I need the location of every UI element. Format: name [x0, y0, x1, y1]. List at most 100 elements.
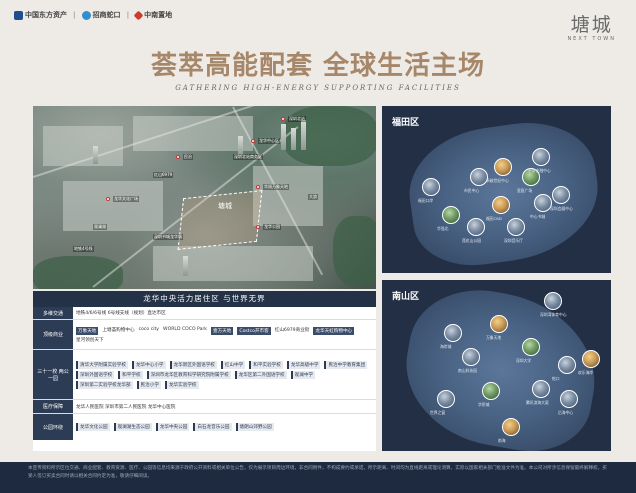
landmark-photo-icon [492, 196, 510, 214]
landmark-label: 世界之窗 [430, 410, 446, 415]
panel-title: 福田区 [392, 118, 420, 128]
row-item: 星河领创天下 [76, 337, 104, 343]
landmark-label: 卓越世纪中心 [486, 178, 509, 183]
map-label: 民治 [183, 154, 193, 160]
row-item: 红山6979商业街 [274, 327, 310, 333]
facilities-table: 龙华中央活力居住区 与世界无界 多维交通 地铁4/6/6号线 6号线支线（规划）… [33, 291, 376, 451]
row-item: 深圳第二实验学校龙华部 [76, 380, 133, 389]
landmark-label: 腾讯滨海大厦 [526, 400, 549, 405]
map-label: 深圳北站商务区 [233, 154, 263, 160]
row-item: 和平学校 [118, 370, 143, 379]
row-items: 地铁4/6/6号线 6号线支线（规划）直达市区 [73, 307, 376, 319]
map-label: 深圳北站 [288, 116, 306, 122]
row-item: 龙华中央公园 [155, 423, 190, 431]
landmark-photo-icon [467, 218, 485, 236]
row-items: 龙华人民医院 深圳市第二人民医院 龙华中心医院 [73, 400, 376, 413]
table-row: 医疗保障 龙华人民医院 深圳市第二人民医院 龙华中心医院 [33, 400, 376, 414]
landmark-photo-icon [552, 186, 570, 204]
landmark-photo-icon [558, 356, 576, 374]
table-row: 顶级商业 万象天地 上塘荟购物中心 coco city WORLD COCO P… [33, 320, 376, 350]
landmark-photo-icon [462, 348, 480, 366]
row-item: 观澜中学 [290, 370, 316, 379]
landmark-label: 欢乐海岸 [578, 370, 594, 375]
landmark-photo-icon [544, 292, 562, 310]
row-item: 清华大学附属实验学校 [76, 360, 128, 369]
row-item: 壹方天地 [210, 326, 234, 335]
page-title: 荟萃高能配套 全球生活主场 [150, 51, 486, 81]
landmark-photo-icon [522, 338, 540, 356]
landmark-label: 深圳音乐厅 [504, 238, 523, 243]
map-label: 龙华中心区 [258, 138, 280, 144]
project-site-boundary [177, 190, 263, 250]
nanshan-district-panel: 南山区 深圳湾体育中心 万象天地 海岸城 南山科技园 深圳大学 蛇口 欢乐海岸 … [382, 278, 611, 462]
row-label: 顶级商业 [33, 320, 73, 349]
landmark-label: 蛇口 [552, 376, 560, 381]
partner-logos: 中国东方资产 | 招商蛇口 | 中南置地 [14, 10, 172, 20]
landmark-photo-icon [532, 148, 550, 166]
landmark-photo-icon [422, 178, 440, 196]
map-label: 观澜湖 [93, 224, 107, 230]
location-pin-icon [106, 197, 110, 201]
landmark-photo-icon [507, 218, 525, 236]
row-item: WORLD COCO Park [163, 326, 207, 332]
logo-zhongnan: 中南置地 [133, 10, 172, 20]
row-item: 深圳市龙华区教育科学研究院附属学校 [146, 370, 231, 379]
map-label: 地铁4号线 [73, 246, 94, 252]
logo-cncam: 中国东方资产 [14, 10, 67, 20]
project-brand: 塘城 NEXT TOWN [567, 10, 616, 42]
row-item: 龙华人民医院 深圳市第二人民医院 龙华中心医院 [76, 404, 176, 410]
row-item: 白石龙音乐公园 [193, 423, 232, 431]
row-label: 公园环绕 [33, 414, 73, 440]
disclaimer-footer: 本宣传资料所示区位交通、商业配套、教育资源、医疗、公园等信息均来源于政府公开资料… [0, 462, 636, 493]
row-item: 龙华新区外国语学校 [169, 360, 217, 369]
landmark-label: 深圳会展中心 [550, 206, 573, 211]
brand-name-en: NEXT TOWN [567, 36, 616, 42]
landmark-photo-icon [532, 380, 550, 398]
poster: 中国东方资产 | 招商蛇口 | 中南置地 塘城 NEXT TOWN 荟萃高能配套… [0, 0, 636, 493]
map-label: 深圳书城龙华城 [153, 234, 183, 240]
row-item: 万象天地 [76, 326, 99, 335]
landmark-photo-icon [502, 418, 520, 436]
row-items: 清华大学附属实验学校 龙华中心小学 龙华新区外国语学校 红山中学 和平实验学校 … [73, 350, 376, 399]
table-row: 公园环绕 龙华文化公园 观澜湖生态公园 龙华中央公园 白石龙音乐公园 塘朗山郊野… [33, 414, 376, 440]
landmark-label: 万象天地 [486, 335, 502, 340]
landmark-photo-icon [490, 315, 508, 333]
row-item: 红山中学 [220, 360, 246, 369]
landmark-photo-icon [482, 382, 500, 400]
row-label: 多维交通 [33, 307, 73, 319]
panel-title: 南山区 [392, 292, 420, 302]
logo-cmsk: 招商蛇口 [81, 10, 121, 20]
landmark-label: 莲花山公园 [462, 238, 481, 243]
map-label: 龙华文化广场 [113, 196, 139, 202]
row-item: 和平实验学校 [249, 360, 283, 369]
cmsk-logo-icon [81, 10, 91, 20]
hill-greenery [333, 216, 376, 286]
zhongnan-logo-icon [133, 10, 144, 20]
landmark-label: 华强北 [437, 226, 449, 231]
row-item: 龙华高级中学 [286, 360, 321, 369]
landmark-photo-icon [442, 206, 460, 224]
row-item: 地铁4/6/6号线 6号线支线（规划）直达市区 [76, 311, 166, 316]
aerial-photo: 塘城 深圳北站 龙华中心区 民治 深圳北站商务区 红山6979 华润万象天地 龙… [33, 106, 376, 289]
row-label: 三十一校 两公一园 [33, 350, 73, 399]
landmark-label: 市民中心 [464, 188, 480, 193]
landmark-label: 南山科技园 [458, 368, 477, 373]
landmark-label: 中心书城 [530, 214, 546, 219]
futian-district-panel: 福田区 平安金融中心 卓越世纪中心 市民中心 深圳会展中心 华强北 莲花山公园 … [382, 106, 611, 274]
map-label: 红山6979 [153, 172, 174, 178]
row-items: 龙华文化公园 观澜湖生态公园 龙华中央公园 白石龙音乐公园 塘朗山郊野公园 [73, 414, 376, 440]
map-label: 龙华公园 [263, 224, 281, 230]
site-label: 塘城 [218, 202, 232, 210]
cncam-logo-icon [14, 10, 23, 20]
table-heading: 龙华中央活力居住区 与世界无界 [33, 291, 376, 307]
page-subtitle: GATHERING HIGH-ENERGY SUPPORTING FACILIT… [175, 84, 461, 92]
row-item: 塘朗山郊野公园 [235, 423, 274, 431]
location-pin-icon [281, 117, 285, 121]
location-pin-icon [176, 155, 180, 159]
row-item: 民治中学教育集团 [324, 360, 368, 369]
table-row: 三十一校 两公一园 清华大学附属实验学校 龙华中心小学 龙华新区外国语学校 红山… [33, 350, 376, 400]
row-item: 龙华区第二外国语学校 [234, 370, 287, 379]
row-item: 龙华文化公园 [76, 423, 110, 431]
row-item: 深圳外国语学校 [76, 370, 115, 379]
row-item: Costco开市客 [237, 326, 271, 335]
